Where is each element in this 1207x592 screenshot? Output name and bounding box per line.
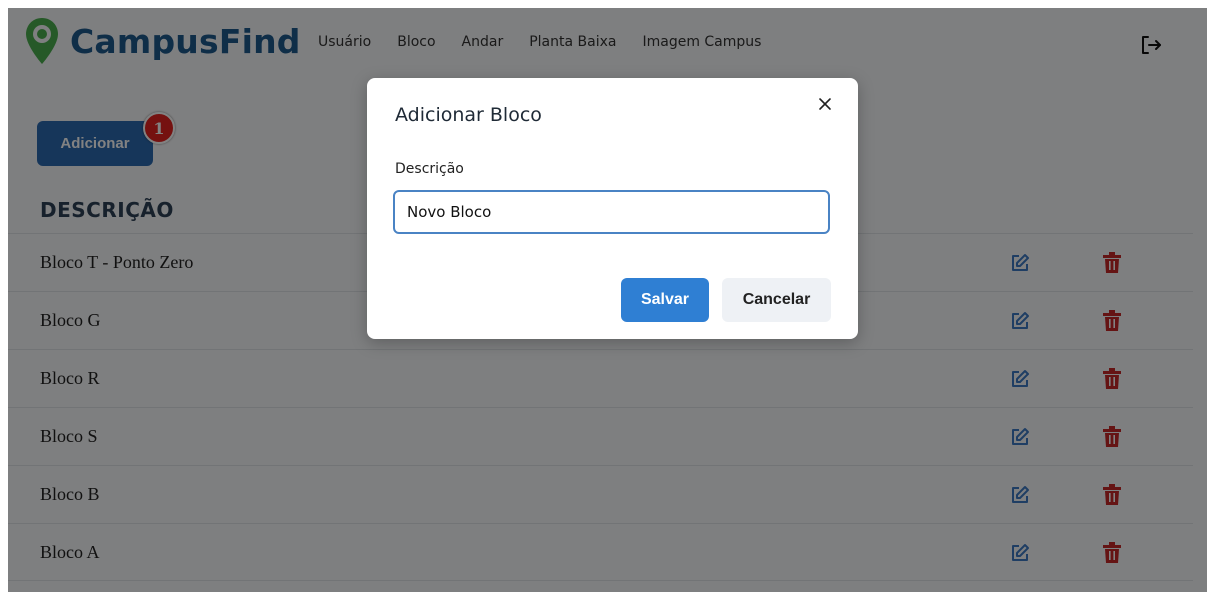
dialog-title: Adicionar Bloco: [395, 104, 542, 126]
add-block-dialog: Adicionar Bloco Descrição Salvar Cancela…: [367, 78, 858, 339]
description-input[interactable]: [393, 190, 830, 234]
description-label: Descrição: [395, 161, 464, 177]
close-icon[interactable]: [813, 92, 837, 116]
save-button[interactable]: Salvar: [621, 278, 709, 322]
cancel-button[interactable]: Cancelar: [722, 278, 831, 322]
